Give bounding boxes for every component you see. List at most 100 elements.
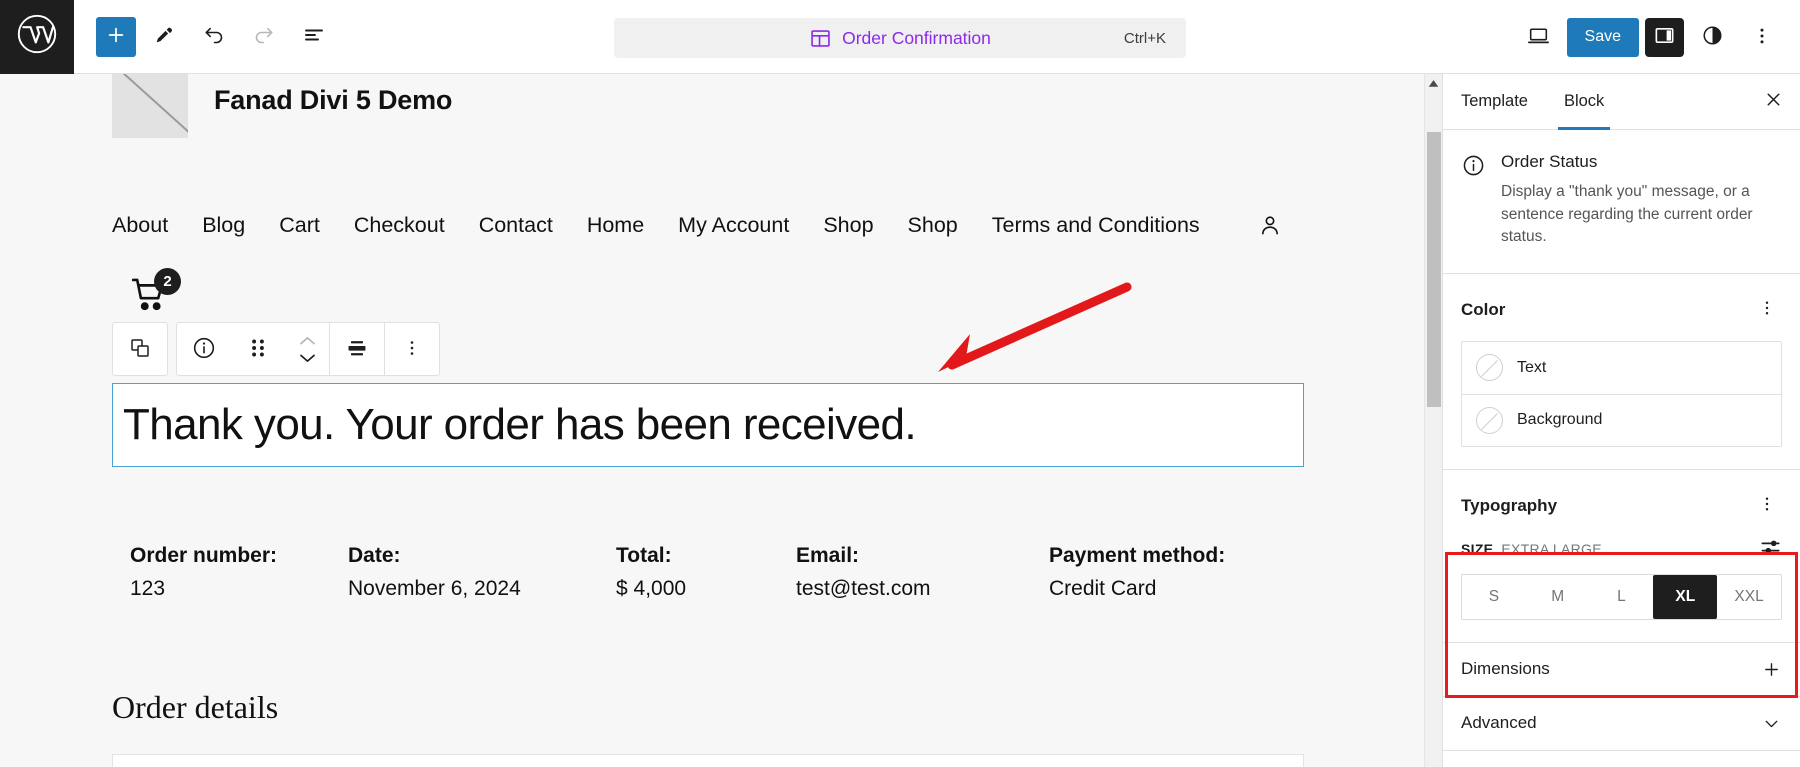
nav-item-home[interactable]: Home <box>570 213 661 238</box>
color-row-text[interactable]: Text <box>1462 342 1781 394</box>
scrollbar-thumb[interactable] <box>1427 132 1441 407</box>
list-view-icon <box>302 23 326 50</box>
desktop-preview-icon <box>1526 23 1551 51</box>
drag-dots-icon <box>249 335 267 364</box>
scroll-up-button[interactable] <box>1425 74 1442 92</box>
font-size-picker: S M L XL XXL <box>1461 573 1782 620</box>
editor-options-button[interactable] <box>1740 15 1784 59</box>
editor-top-bar: Order Confirmation Ctrl+K Save <box>0 0 1800 74</box>
select-parent-block-button[interactable] <box>113 323 167 375</box>
edit-tool-button[interactable] <box>142 15 186 59</box>
wordpress-logo-icon <box>16 13 58 60</box>
nav-item-cart[interactable]: Cart <box>262 213 337 238</box>
block-toolbar-main-group <box>176 322 440 376</box>
preview-device-button[interactable] <box>1517 15 1561 59</box>
tab-template[interactable]: Template <box>1443 74 1546 129</box>
undo-button[interactable] <box>192 15 236 59</box>
nav-item-shop[interactable]: Shop <box>806 213 890 238</box>
command-palette-button[interactable]: Order Confirmation Ctrl+K <box>614 18 1186 58</box>
top-bar-right-tools: Save <box>1517 0 1784 74</box>
plus-icon[interactable] <box>1761 659 1782 680</box>
email-label: Email: <box>796 544 860 567</box>
align-center-icon <box>344 335 370 364</box>
top-bar-left-tools <box>74 15 336 59</box>
canvas-scrollbar[interactable] <box>1424 74 1442 767</box>
color-section: Color Text Background <box>1443 274 1800 470</box>
save-button[interactable]: Save <box>1566 17 1639 57</box>
order-details-heading: Order details <box>112 689 279 725</box>
color-options-list: Text Background <box>1461 340 1782 447</box>
date-value: November 6, 2024 <box>348 577 521 600</box>
nav-item-checkout[interactable]: Checkout <box>337 213 462 238</box>
drag-handle[interactable] <box>231 323 285 375</box>
order-status-message: Thank you. Your order has been received. <box>123 400 917 449</box>
block-toolbar <box>112 322 440 376</box>
three-dots-vertical-icon <box>402 337 422 362</box>
three-dots-vertical-icon <box>1758 298 1776 323</box>
order-number-label: Order number: <box>130 544 278 567</box>
nav-item-contact[interactable]: Contact <box>462 213 570 238</box>
add-block-button[interactable] <box>96 16 136 57</box>
nav-item-terms-and-conditions[interactable]: Terms and Conditions <box>975 213 1217 238</box>
advanced-title: Advanced <box>1461 713 1537 733</box>
settings-sidebar: Template Block Order Status Display a "t… <box>1442 74 1800 767</box>
custom-size-sliders-icon <box>1760 537 1782 562</box>
table-header-row: Product Total <box>113 755 1303 767</box>
user-account-icon[interactable] <box>1257 212 1283 238</box>
no-color-swatch <box>1476 406 1503 434</box>
typography-section: Typography SIZE EXTRA LARGE S M L XL XXL <box>1443 470 1800 643</box>
pencil-icon <box>153 24 175 49</box>
font-size-option-m[interactable]: M <box>1526 575 1590 619</box>
settings-sidebar-toggle-button[interactable] <box>1645 17 1684 57</box>
date-label: Date: <box>348 544 401 567</box>
order-summary-row: Order number: 123 Date: November 6, 2024… <box>130 544 1225 601</box>
sidebar-tabs: Template Block <box>1443 74 1800 130</box>
redo-button[interactable] <box>242 15 286 59</box>
font-size-label-row: SIZE EXTRA LARGE <box>1461 537 1782 562</box>
nav-item-about[interactable]: About <box>112 213 185 238</box>
typography-section-title: Typography <box>1461 496 1558 516</box>
parent-block-icon <box>128 336 152 363</box>
align-button[interactable] <box>330 323 384 375</box>
chevron-down-icon[interactable] <box>1761 713 1782 734</box>
font-size-option-l[interactable]: L <box>1590 575 1654 619</box>
tab-block[interactable]: Block <box>1546 74 1622 130</box>
template-layout-icon <box>809 27 832 50</box>
advanced-section[interactable]: Advanced <box>1443 697 1800 751</box>
document-overview-button[interactable] <box>292 15 336 59</box>
nav-item-shop-2[interactable]: Shop <box>891 213 975 238</box>
font-size-key: SIZE <box>1461 541 1494 558</box>
color-row-background[interactable]: Background <box>1462 393 1781 446</box>
order-status-block[interactable]: Thank you. Your order has been received. <box>112 383 1304 467</box>
contrast-styles-icon <box>1701 24 1724 50</box>
three-dots-vertical-icon <box>1751 25 1773 50</box>
redo-arrow-icon <box>252 23 276 50</box>
color-section-header: Color <box>1461 294 1782 327</box>
close-sidebar-button[interactable] <box>1746 74 1800 129</box>
styles-button[interactable] <box>1690 15 1734 59</box>
wordpress-logo-button[interactable] <box>0 0 74 74</box>
total-value: $ 4,000 <box>616 577 687 600</box>
block-options-button[interactable] <box>385 323 439 375</box>
font-size-option-xl[interactable]: XL <box>1653 574 1718 619</box>
payment-method-value: Credit Card <box>1049 577 1157 600</box>
typography-options-button[interactable] <box>1752 490 1782 523</box>
move-down-button[interactable] <box>297 351 318 365</box>
move-up-button[interactable] <box>297 334 318 348</box>
font-size-option-s[interactable]: S <box>1462 575 1526 619</box>
document-title-area: Order Confirmation Ctrl+K <box>614 18 1186 58</box>
undo-arrow-icon <box>202 23 226 50</box>
editor-body: Fanad Divi 5 Demo About Blog Cart Checko… <box>0 74 1800 767</box>
info-circle-icon <box>191 335 217 364</box>
block-description: Display a "thank you" message, or a sent… <box>1501 183 1753 246</box>
font-size-option-xxl[interactable]: XXL <box>1717 575 1781 619</box>
color-options-button[interactable] <box>1752 294 1782 327</box>
nav-item-my-account[interactable]: My Account <box>661 213 806 238</box>
template-canvas[interactable]: Fanad Divi 5 Demo About Blog Cart Checko… <box>0 74 1424 767</box>
order-meta-payment-method: Payment method: Credit Card <box>1049 544 1225 601</box>
custom-size-toggle-button[interactable] <box>1760 537 1782 562</box>
cart-button[interactable]: 2 <box>127 268 181 320</box>
block-type-info-button[interactable] <box>177 323 231 375</box>
dimensions-section[interactable]: Dimensions <box>1443 643 1800 697</box>
nav-item-blog[interactable]: Blog <box>185 213 262 238</box>
